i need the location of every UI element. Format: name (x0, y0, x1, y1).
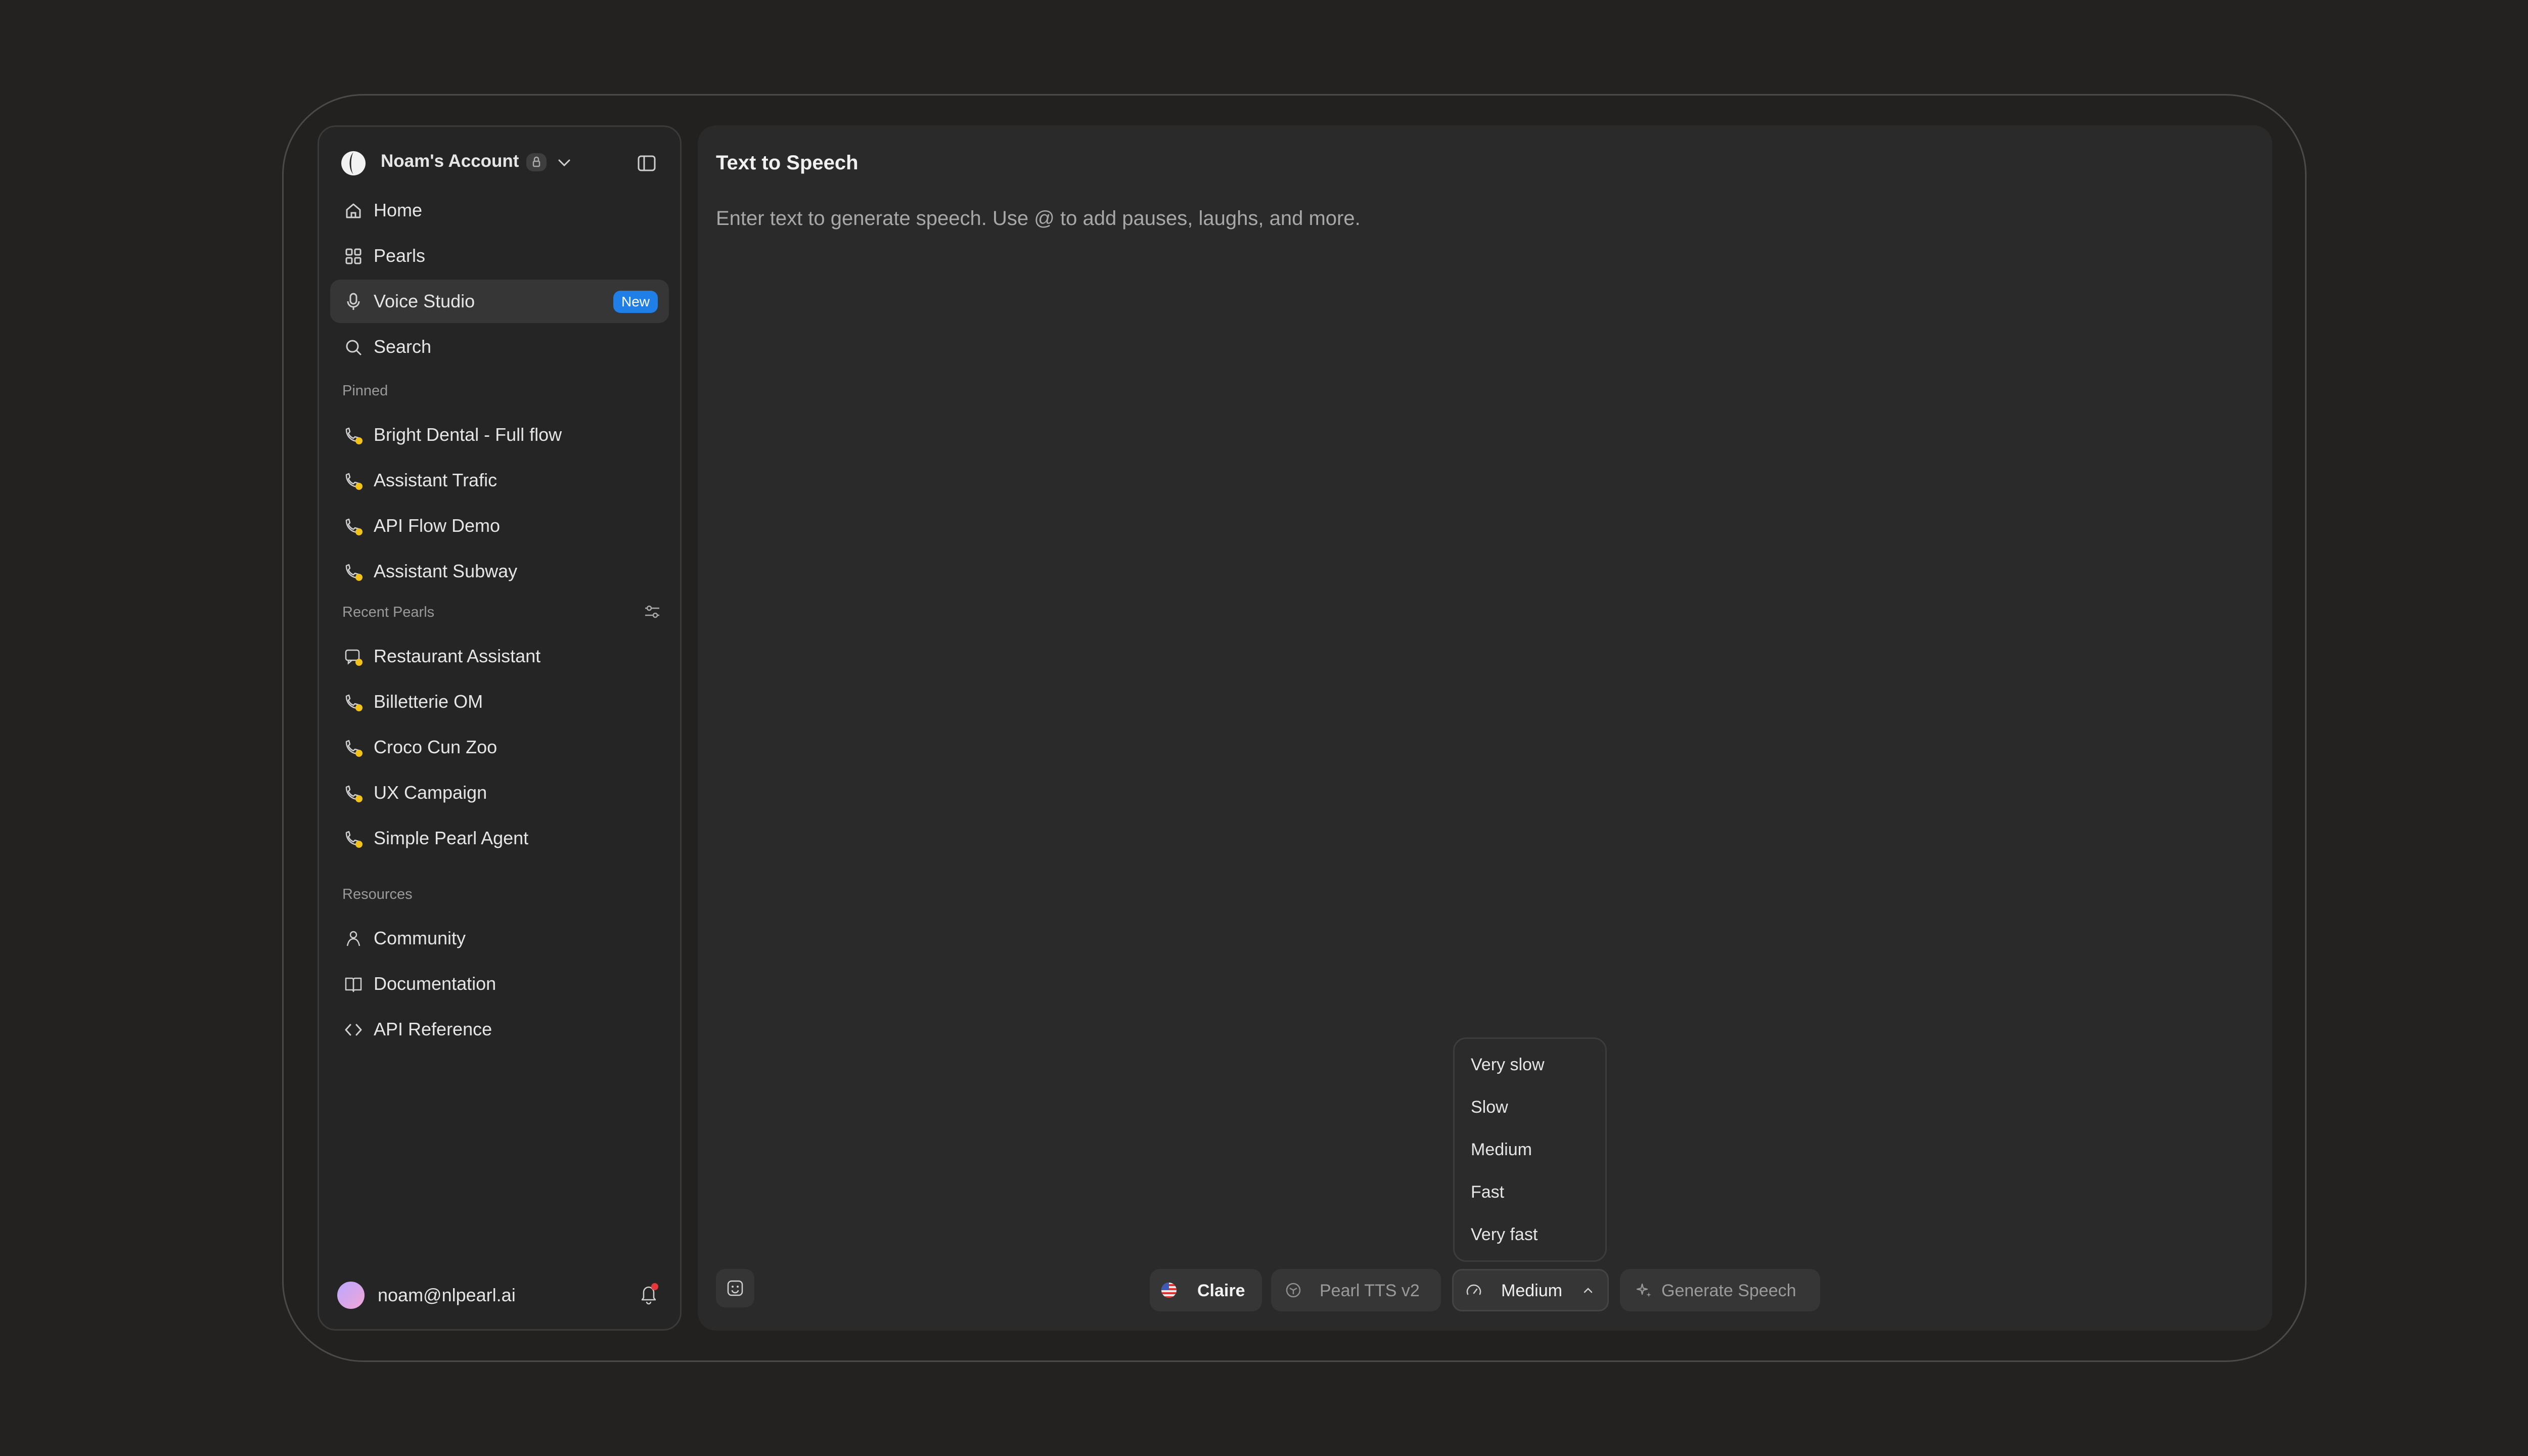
sparkle-icon (1636, 1283, 1651, 1297)
sidebar-item-documentation[interactable]: Documentation (330, 962, 669, 1006)
pinned-item[interactable]: Assistant Trafic (330, 459, 669, 502)
speed-value: Medium (1501, 1281, 1562, 1300)
recent-item[interactable]: Croco Cun Zoo (330, 725, 669, 769)
sidebar-item-pearls[interactable]: Pearls (330, 234, 669, 278)
phone-flow-icon (345, 473, 363, 490)
filter-sliders-icon[interactable] (643, 602, 662, 621)
phone-flow-icon (345, 564, 363, 581)
speed-option-very-slow[interactable]: Very slow (1471, 1055, 1545, 1075)
recent-item[interactable]: Billetterie OM (330, 680, 669, 723)
sidebar-item-label: Search (374, 336, 432, 357)
sidebar-item-home[interactable]: Home (330, 189, 669, 232)
speedometer-icon (1466, 1284, 1481, 1295)
speed-selector-button[interactable]: Medium (1452, 1269, 1609, 1311)
search-icon (346, 340, 362, 355)
lock-badge-icon (526, 153, 547, 171)
avatar[interactable] (337, 1282, 365, 1309)
sidebar-item-label: API Reference (374, 1019, 492, 1039)
recent-item-label: UX Campaign (374, 782, 487, 803)
sidebar-item-label: Home (374, 200, 423, 220)
book-icon (345, 977, 362, 992)
code-icon (345, 1024, 362, 1036)
recent-item[interactable]: UX Campaign (330, 771, 669, 814)
phone-flow-icon (345, 785, 363, 802)
account-name[interactable]: Noam's Account (381, 151, 519, 171)
pinned-item-label: Bright Dental - Full flow (374, 424, 562, 445)
recent-item-label: Simple Pearl Agent (374, 828, 529, 848)
pinned-section-label: Pinned (342, 383, 388, 399)
pinned-item-label: Assistant Trafic (374, 470, 498, 490)
recent-item-label: Restaurant Assistant (374, 646, 541, 666)
grid-icon (345, 248, 362, 264)
recent-item-label: Billetterie OM (374, 691, 483, 712)
generate-speech-button[interactable]: Generate Speech (1620, 1269, 1820, 1311)
pinned-item[interactable]: API Flow Demo (330, 504, 669, 548)
sidebar-item-search[interactable]: Search (330, 325, 669, 369)
us-flag-icon (1161, 1283, 1177, 1298)
text-input-area[interactable]: Enter text to generate speech. Use @ to … (716, 207, 1361, 230)
speed-dropdown-menu: Very slow Slow Medium Fast Very fast (1453, 1037, 1607, 1262)
generate-speech-label: Generate Speech (1661, 1281, 1796, 1300)
sidebar-item-community[interactable]: Community (330, 917, 669, 960)
attach-button[interactable] (716, 1269, 754, 1307)
phone-flow-icon (345, 694, 363, 711)
pinned-item-label: Assistant Subway (374, 561, 518, 581)
recent-item[interactable]: Restaurant Assistant (330, 634, 669, 678)
notification-bell-icon[interactable] (638, 1282, 660, 1306)
phone-flow-icon (345, 427, 363, 444)
phone-flow-icon (345, 740, 363, 757)
microphone-icon (347, 293, 360, 310)
speed-option-medium[interactable]: Medium (1471, 1140, 1532, 1160)
speed-option-very-fast[interactable]: Very fast (1471, 1225, 1538, 1245)
recent-item[interactable]: Simple Pearl Agent (330, 816, 669, 860)
speed-option-slow[interactable]: Slow (1471, 1098, 1508, 1117)
phone-flow-icon (345, 831, 363, 848)
sidebar-item-label: Community (374, 928, 466, 948)
recent-item-label: Croco Cun Zoo (374, 737, 498, 757)
resources-section-label: Resources (342, 886, 413, 902)
sidebar-item-label: Pearls (374, 245, 426, 266)
sidebar-item-label: Documentation (374, 973, 496, 994)
user-email: noam@nlpearl.ai (378, 1285, 516, 1305)
pinned-item-label: API Flow Demo (374, 515, 501, 536)
model-cube-icon (1286, 1283, 1301, 1298)
model-selector-button[interactable]: Pearl TTS v2 (1271, 1269, 1441, 1311)
voice-selector-button[interactable]: Claire (1150, 1269, 1262, 1311)
emoji-picker-icon (727, 1280, 743, 1296)
voice-name: Claire (1197, 1281, 1245, 1300)
community-icon (346, 931, 360, 946)
sidebar-toggle-icon[interactable] (637, 153, 657, 173)
pearl-logo-icon (341, 151, 366, 175)
sidebar-item-api-reference[interactable]: API Reference (330, 1008, 669, 1051)
chevron-down-icon[interactable] (557, 156, 572, 169)
pinned-item[interactable]: Bright Dental - Full flow (330, 413, 669, 457)
sidebar-item-voice-studio[interactable]: Voice Studio New (330, 280, 669, 323)
sidebar-item-label: Voice Studio (374, 291, 475, 311)
page-title: Text to Speech (716, 152, 859, 174)
recent-section-label: Recent Pearls (342, 604, 435, 620)
phone-flow-icon (345, 518, 363, 535)
new-badge: New (613, 291, 658, 313)
speed-option-fast[interactable]: Fast (1471, 1182, 1504, 1202)
chevron-up-icon (1584, 1288, 1593, 1293)
pinned-item[interactable]: Assistant Subway (330, 550, 669, 593)
model-name: Pearl TTS v2 (1320, 1281, 1420, 1300)
sidebar: Noam's Account Home Pearls Voice Studio … (318, 125, 682, 1331)
chat-flow-icon (345, 649, 363, 666)
home-icon (346, 203, 361, 218)
